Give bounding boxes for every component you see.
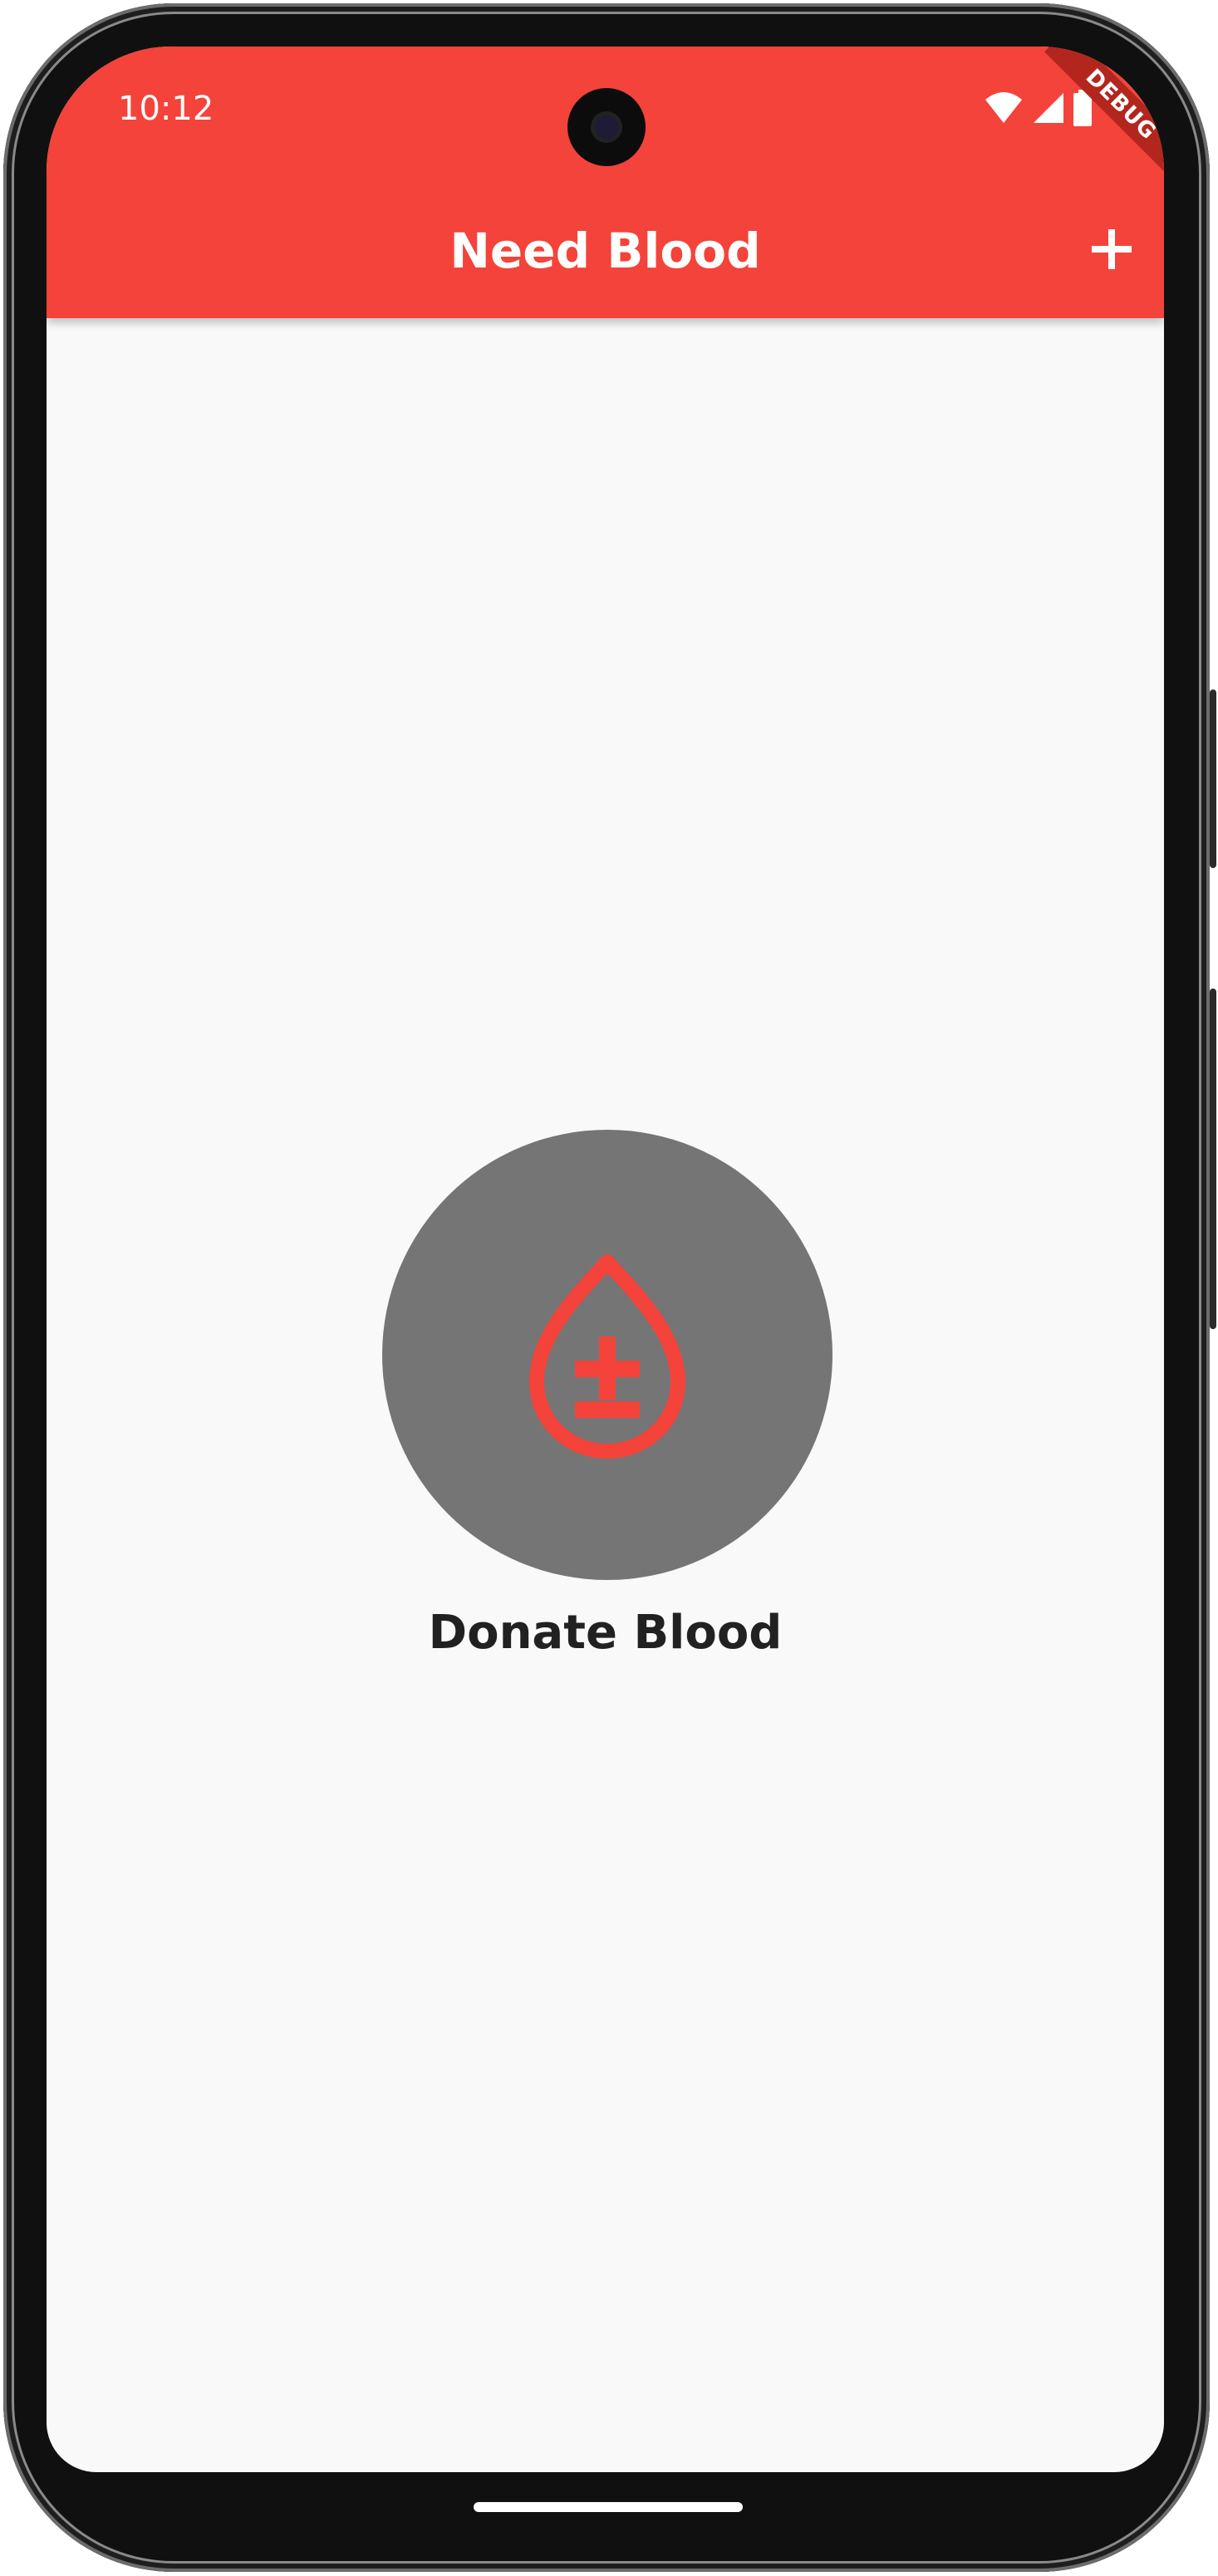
wifi-icon xyxy=(985,92,1022,123)
front-camera xyxy=(567,88,646,166)
phone-device: 10:12 DEBUG Need Blood Donate Blood xyxy=(0,0,1218,2576)
donate-blood-button[interactable] xyxy=(382,1130,832,1580)
home-indicator[interactable] xyxy=(474,2502,743,2512)
donate-blood-label[interactable]: Donate Blood xyxy=(47,1606,1164,1660)
app-screen: 10:12 DEBUG Need Blood Donate Blood xyxy=(47,47,1164,2472)
blood-drop-plus-minus-icon xyxy=(529,1254,685,1459)
page-title: Need Blood xyxy=(449,223,761,279)
signal-icon xyxy=(1034,93,1063,123)
power-button xyxy=(1210,989,1216,1329)
volume-button xyxy=(1210,689,1216,868)
plus-icon xyxy=(1092,229,1132,269)
status-time: 10:12 xyxy=(118,90,214,128)
app-bar: 10:12 DEBUG Need Blood xyxy=(47,47,1164,318)
add-button[interactable] xyxy=(1077,214,1147,284)
status-icons xyxy=(984,90,1092,126)
